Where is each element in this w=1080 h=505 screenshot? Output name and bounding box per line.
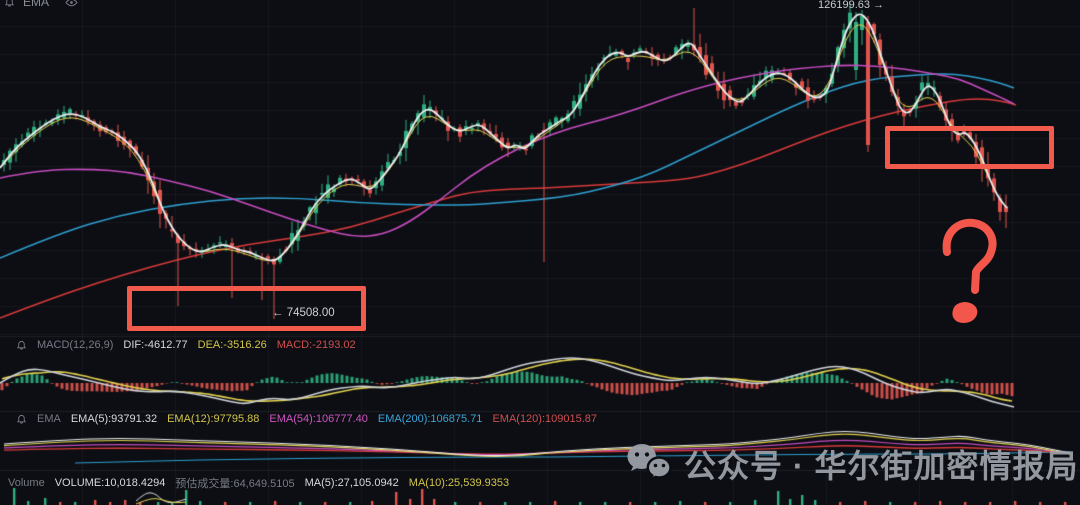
ema-title: EMA xyxy=(37,413,61,425)
eye-visibility-icon[interactable] xyxy=(65,0,78,9)
chart-canvas[interactable] xyxy=(0,0,1080,505)
volume-panel-header: Volume VOLUME:10,018.4294 预估成交量:64,649.5… xyxy=(8,475,509,491)
volume-value: VOLUME:10,018.4294 xyxy=(54,477,166,489)
macd-panel-header: MACD(12,26,9) DIF:-4612.77 DEA:-3516.26 … xyxy=(16,339,356,351)
macd-macd-value: MACD:-2193.02 xyxy=(276,339,356,351)
watermark: 公众号 · 华尔街加密情报局 xyxy=(626,441,1078,487)
alert-bell-icon[interactable] xyxy=(4,0,15,8)
ema12-value: EMA(12):97795.88 xyxy=(167,413,260,425)
ema5-value: EMA(5):93791.32 xyxy=(70,413,158,425)
main-indicator-label: EMA xyxy=(23,0,50,9)
ema-panel-header: EMA EMA(5):93791.32 EMA(12):97795.88 EMA… xyxy=(16,413,597,425)
main-chart-toolbar: EMA xyxy=(4,0,78,9)
alert-bell-icon[interactable] xyxy=(16,414,27,425)
ema120-value: EMA(120):109015.87 xyxy=(492,413,598,425)
est-volume-value: 预估成交量:64,649.5105 xyxy=(175,478,295,490)
macd-dif-value: DIF:-4612.77 xyxy=(123,339,188,351)
volume-ma10-value: MA(10):25,539.9353 xyxy=(408,477,510,489)
macd-dea-value: DEA:-3516.26 xyxy=(197,339,267,351)
watermark-text: 公众号 · 华尔街加密情报局 xyxy=(684,448,1079,484)
resistance-zone-annotation-box xyxy=(885,126,1054,169)
volume-title: Volume xyxy=(8,477,45,489)
trading-chart-window: EMA 126199.63 → ← 74508.00 MACD(12,26,9)… xyxy=(0,0,1080,505)
question-mark-annotation xyxy=(933,212,1005,335)
alert-bell-icon[interactable] xyxy=(16,340,27,351)
volume-ma5-value: MA(5):27,105.0942 xyxy=(304,477,399,489)
low-price-label: ← 74508.00 xyxy=(272,307,335,319)
high-price-label: 126199.63 → xyxy=(818,0,885,11)
ema200-value: EMA(200):106875.71 xyxy=(377,413,483,425)
macd-title: MACD(12,26,9) xyxy=(37,339,114,351)
wechat-icon xyxy=(626,442,672,487)
ema54-value: EMA(54):106777.40 xyxy=(269,413,368,425)
